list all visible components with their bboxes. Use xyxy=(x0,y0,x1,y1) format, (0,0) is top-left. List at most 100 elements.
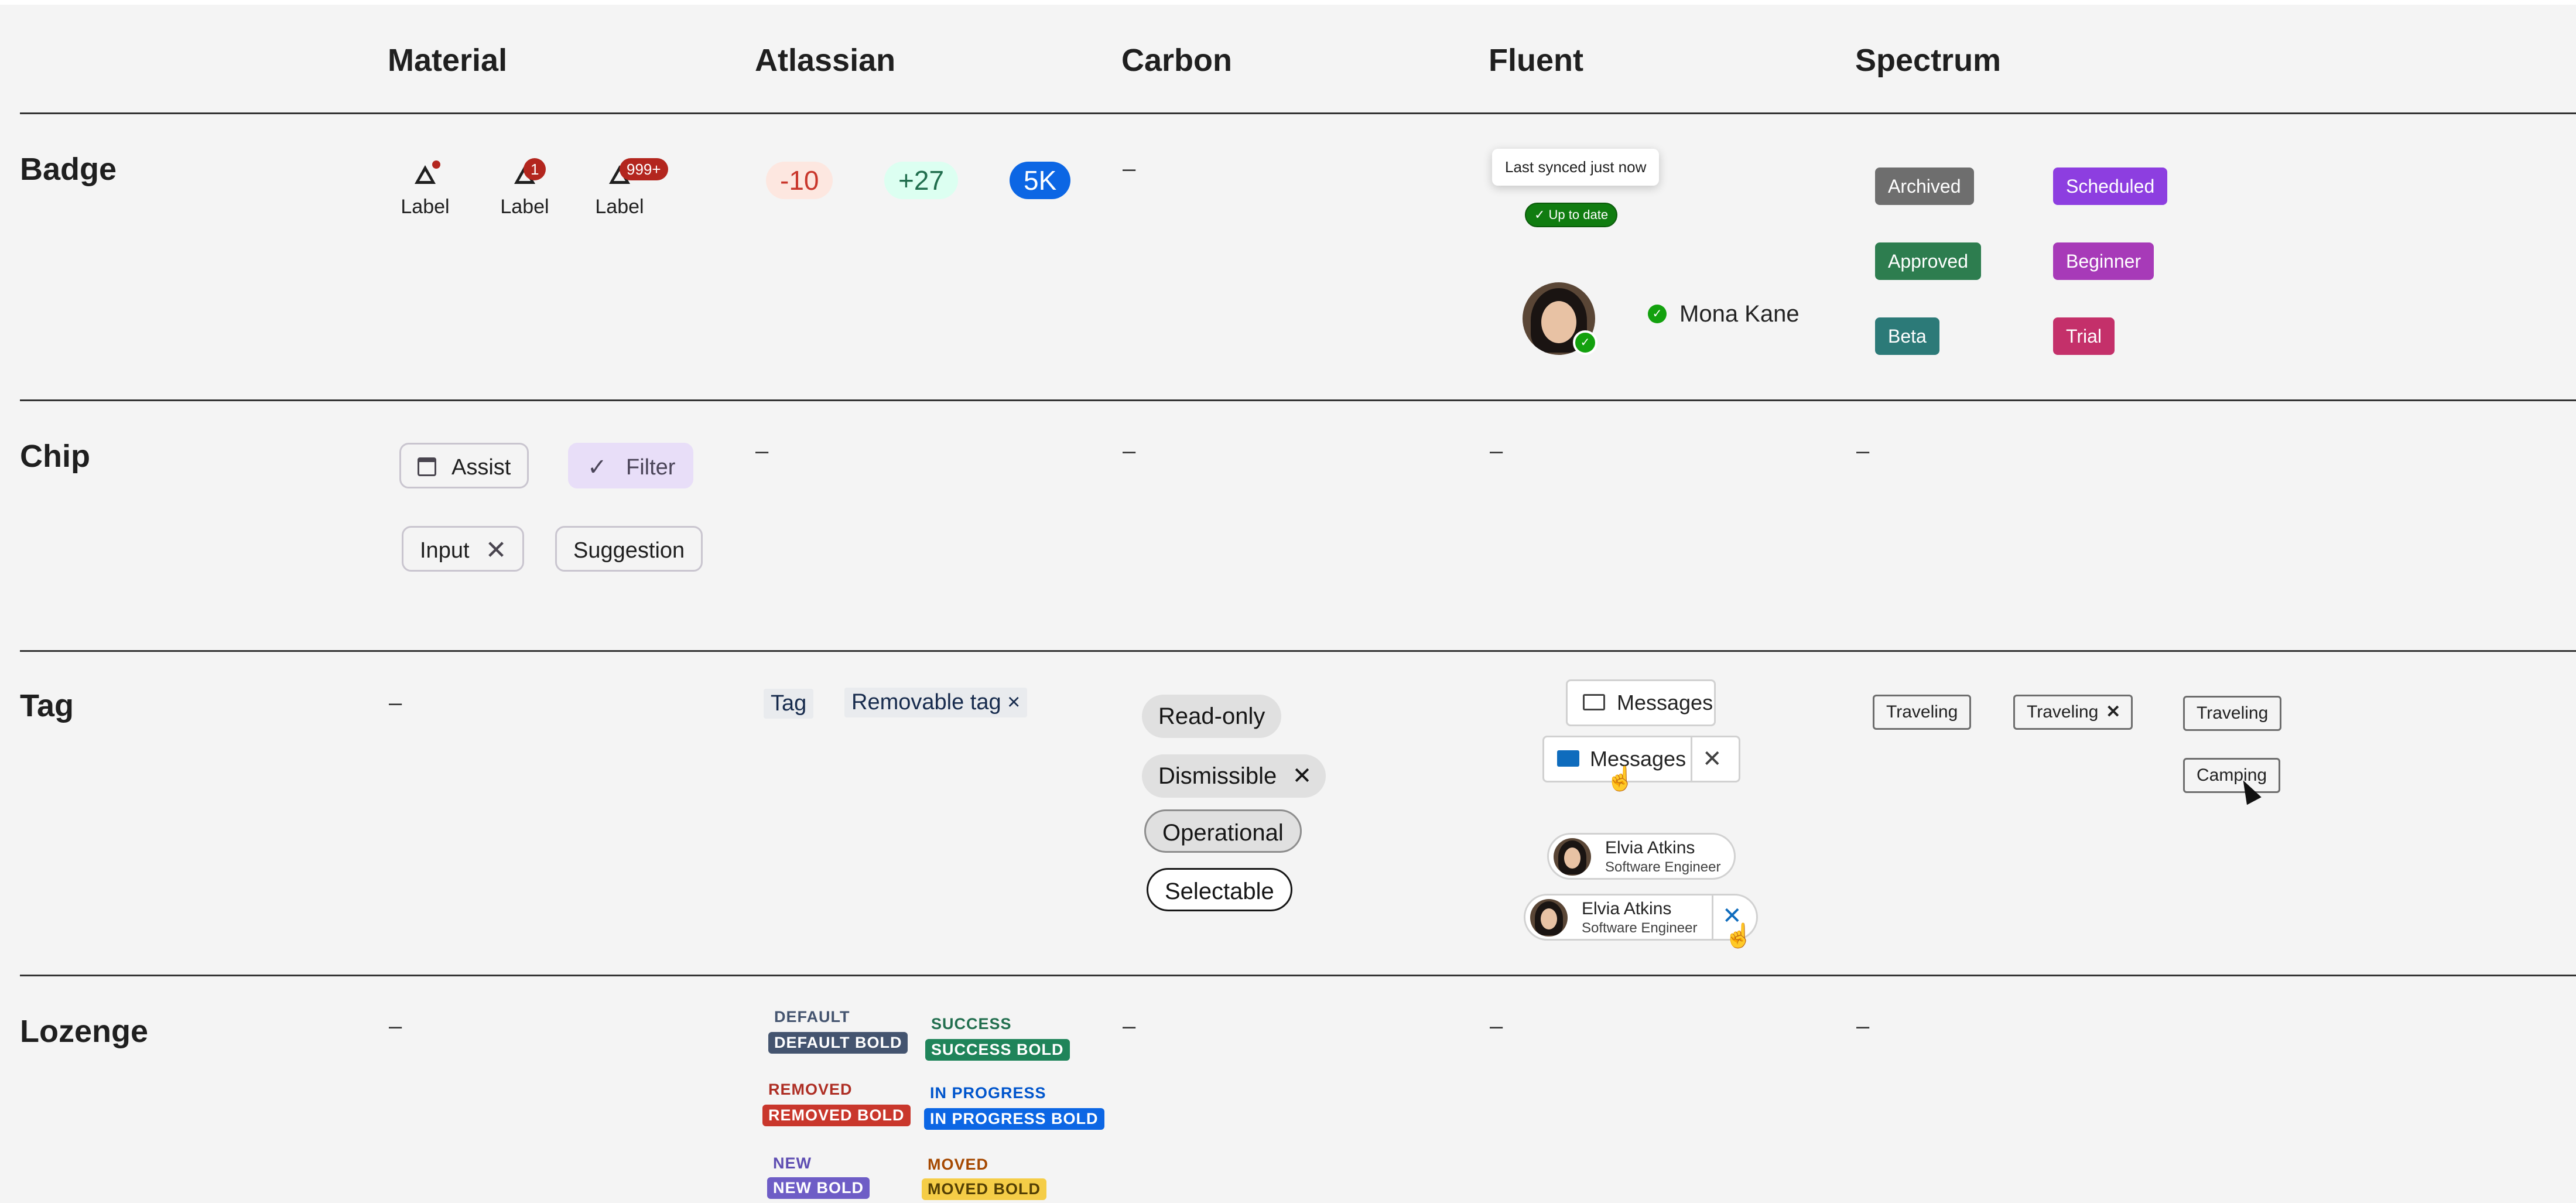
suggestion-chip[interactable]: Suggestion xyxy=(555,526,703,572)
check-circle-icon: ✓ xyxy=(1648,305,1667,323)
material-large-badge: 999+ Label xyxy=(573,151,668,218)
divider xyxy=(20,399,2576,401)
notification-dot xyxy=(432,160,440,169)
avatar xyxy=(1530,899,1568,937)
row-header-chip: Chip xyxy=(20,439,90,474)
badge-label: Label xyxy=(500,196,549,218)
tag-camping[interactable]: Camping xyxy=(2183,758,2281,793)
count-badge: 1 xyxy=(524,158,546,180)
lozenge-success-bold: SUCCESS BOLD xyxy=(925,1039,1070,1061)
separator xyxy=(1712,896,1713,939)
chip-label: Assist xyxy=(451,455,511,480)
divider xyxy=(20,650,2576,652)
lozenge-new-bold: NEW BOLD xyxy=(767,1177,870,1199)
filter-chip[interactable]: ✓ Filter xyxy=(568,443,694,488)
lozenge-success: SUCCESS xyxy=(931,1015,1012,1033)
lozenge-default: DEFAULT xyxy=(774,1008,850,1026)
separator xyxy=(1691,737,1692,781)
row-header-tag: Tag xyxy=(20,688,74,723)
badge-label: Label xyxy=(401,196,450,218)
divider xyxy=(20,975,2576,976)
selectable-tag[interactable]: Selectable xyxy=(1147,868,1292,911)
empty-cell: – xyxy=(1123,1013,1136,1039)
tag-label: Dismissible xyxy=(1158,763,1277,789)
empty-cell: – xyxy=(1856,438,1870,464)
person-name: Mona Kane xyxy=(1679,301,1800,327)
assist-chip[interactable]: Assist xyxy=(399,443,529,488)
dismissible-tag[interactable]: Dismissible ✕ xyxy=(1142,754,1326,798)
material-dot-badge: Label xyxy=(378,151,472,218)
chip-label: Filter xyxy=(626,455,676,480)
lozenge-in-progress: IN PROGRESS xyxy=(930,1084,1046,1102)
close-icon[interactable]: ✕ xyxy=(1292,754,1312,798)
tooltip: Last synced just now xyxy=(1492,149,1660,186)
tag-traveling[interactable]: Traveling xyxy=(1873,695,1972,730)
close-icon[interactable]: ✕ xyxy=(1702,737,1722,781)
column-header-fluent: Fluent xyxy=(1489,43,1583,78)
persona-name: Elvia Atkins xyxy=(1605,838,1695,857)
status-badge: ✓ Up to date xyxy=(1525,203,1618,227)
count-badge: 999+ xyxy=(620,158,668,180)
tag-label: Traveling xyxy=(2027,702,2099,722)
tag: Tag xyxy=(764,689,814,719)
column-header-carbon: Carbon xyxy=(1121,43,1232,78)
tag-label: Messages xyxy=(1590,747,1686,771)
lozenge-removed: REMOVED xyxy=(768,1081,853,1098)
column-header-atlassian: Atlassian xyxy=(755,43,896,78)
input-chip[interactable]: Input ✕ xyxy=(402,526,524,572)
presence-available-icon: ✓ xyxy=(1573,330,1597,355)
row-header-badge: Badge xyxy=(20,152,117,187)
hand-cursor-icon: ☝ xyxy=(1606,766,1635,792)
chip-label: Input xyxy=(420,538,470,563)
removable-tag[interactable]: Removable tag × xyxy=(844,688,1028,717)
chip-label: Suggestion xyxy=(573,538,685,563)
mail-icon xyxy=(1557,750,1579,767)
close-icon[interactable]: ✕ xyxy=(2106,696,2120,728)
messages-tag[interactable]: Messages xyxy=(1566,679,1716,726)
badge-beta: Beta xyxy=(1875,317,1939,355)
empty-cell: – xyxy=(389,1013,402,1039)
badge-archived: Archived xyxy=(1875,168,1974,205)
badge-approved: Approved xyxy=(1875,242,1981,280)
read-only-tag: Read-only xyxy=(1142,695,1282,738)
dismissible-messages-tag[interactable]: Messages ✕ xyxy=(1542,736,1740,782)
lozenge-default-bold: DEFAULT BOLD xyxy=(768,1032,908,1054)
column-header-material: Material xyxy=(388,43,508,78)
lozenge-moved: MOVED xyxy=(928,1156,989,1173)
empty-cell: – xyxy=(1123,156,1136,182)
lozenge-removed-bold: REMOVED BOLD xyxy=(762,1105,911,1126)
persona-name: Elvia Atkins xyxy=(1582,899,1672,918)
triangle-icon xyxy=(415,165,436,184)
persona-role: Software Engineer xyxy=(1605,859,1721,875)
badge-scheduled: Scheduled xyxy=(2053,168,2168,205)
empty-cell: – xyxy=(1490,438,1503,464)
lozenge-in-progress-bold: IN PROGRESS BOLD xyxy=(924,1108,1104,1130)
dismissible-persona-tag[interactable]: Elvia Atkins Software Engineer ✕ xyxy=(1524,894,1758,941)
badge-trial: Trial xyxy=(2053,317,2115,355)
persona-tag[interactable]: Elvia Atkins Software Engineer xyxy=(1547,833,1736,880)
persona-role: Software Engineer xyxy=(1582,920,1698,936)
tag-traveling-selected[interactable]: Traveling xyxy=(2183,696,2282,731)
mail-icon xyxy=(1583,694,1605,710)
empty-cell: – xyxy=(1490,1013,1503,1039)
avatar xyxy=(1554,838,1591,876)
badge-label: Label xyxy=(595,196,644,218)
row-header-lozenge: Lozenge xyxy=(20,1014,149,1049)
empty-cell: – xyxy=(1856,1013,1870,1039)
empty-cell: – xyxy=(1123,438,1136,464)
removable-tag-traveling[interactable]: Traveling ✕ xyxy=(2013,695,2133,730)
badge-positive: +27 xyxy=(884,162,959,199)
tag-label: Messages xyxy=(1617,691,1713,715)
column-header-spectrum: Spectrum xyxy=(1855,43,2002,78)
lozenge-new: NEW xyxy=(773,1154,812,1172)
check-icon: ✓ xyxy=(587,454,607,480)
empty-cell: – xyxy=(755,438,769,464)
operational-tag[interactable]: Operational xyxy=(1144,809,1302,853)
lozenge-moved-bold: MOVED BOLD xyxy=(922,1178,1047,1200)
divider xyxy=(20,112,2576,114)
empty-cell: – xyxy=(389,690,402,716)
close-icon[interactable]: ✕ xyxy=(485,528,507,573)
badge-negative: -10 xyxy=(766,162,833,199)
hand-cursor-icon: ☝ xyxy=(1724,923,1753,949)
badge-beginner: Beginner xyxy=(2053,242,2154,280)
